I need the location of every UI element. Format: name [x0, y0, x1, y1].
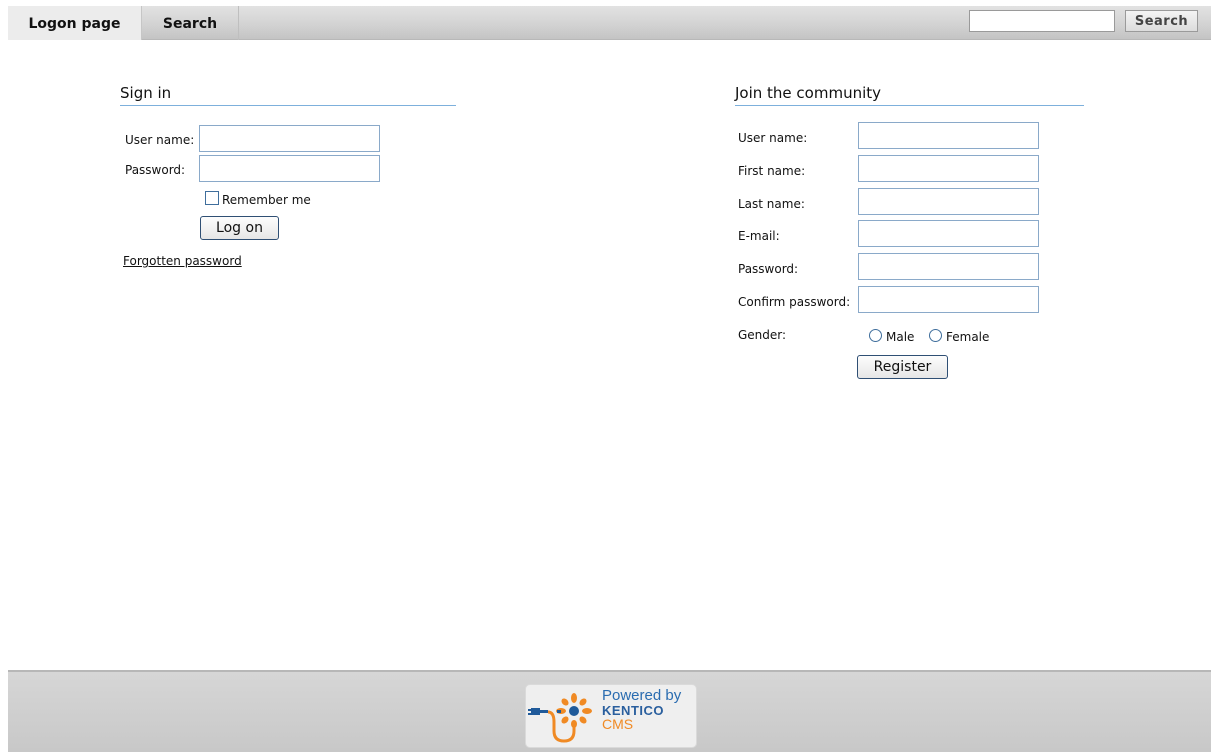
join-firstname-label: First name:	[738, 164, 806, 178]
remember-me-checkbox[interactable]	[205, 191, 219, 205]
signin-password-label: Password:	[125, 163, 186, 177]
join-email-input[interactable]	[858, 220, 1039, 247]
powered-by-kentico-logo[interactable]: Powered by KENTICO CMS	[525, 684, 697, 748]
top-search-button[interactable]: Search	[1125, 10, 1198, 32]
signin-password-input[interactable]	[199, 155, 380, 182]
forgotten-password-link[interactable]: Forgotten password	[123, 254, 242, 268]
kentico-plug-flower-icon	[528, 693, 592, 743]
join-lastname-label: Last name:	[738, 197, 805, 211]
join-firstname-input[interactable]	[858, 155, 1039, 182]
top-navigation-bar: Logon page Search Search	[8, 6, 1211, 40]
signin-title: Sign in	[120, 84, 456, 106]
join-username-input[interactable]	[858, 122, 1039, 149]
powered-by-text: Powered by	[602, 687, 682, 704]
join-title: Join the community	[735, 84, 1084, 106]
gender-male-label: Male	[886, 330, 915, 344]
signin-username-input[interactable]	[199, 125, 380, 152]
tab-search[interactable]: Search	[142, 6, 239, 40]
gender-female-label: Female	[946, 330, 990, 344]
join-password-input[interactable]	[858, 253, 1039, 280]
gender-label: Gender:	[738, 328, 787, 342]
join-confirm-password-label: Confirm password:	[738, 295, 851, 309]
signin-username-label: User name:	[125, 133, 195, 147]
join-confirm-password-input[interactable]	[858, 286, 1039, 313]
gender-male-radio[interactable]	[869, 329, 882, 342]
remember-me-label: Remember me	[222, 193, 311, 207]
join-email-label: E-mail:	[738, 229, 780, 243]
join-username-label: User name:	[738, 131, 808, 145]
tab-logon-page[interactable]: Logon page	[8, 6, 142, 40]
register-button[interactable]: Register	[857, 355, 948, 379]
logon-button[interactable]: Log on	[200, 216, 279, 240]
footer: Powered by KENTICO CMS	[8, 670, 1211, 752]
gender-female-radio[interactable]	[929, 329, 942, 342]
cms-product-text: CMS	[602, 716, 634, 732]
join-lastname-input[interactable]	[858, 188, 1039, 215]
join-password-label: Password:	[738, 262, 799, 276]
top-search-input[interactable]	[969, 10, 1115, 32]
